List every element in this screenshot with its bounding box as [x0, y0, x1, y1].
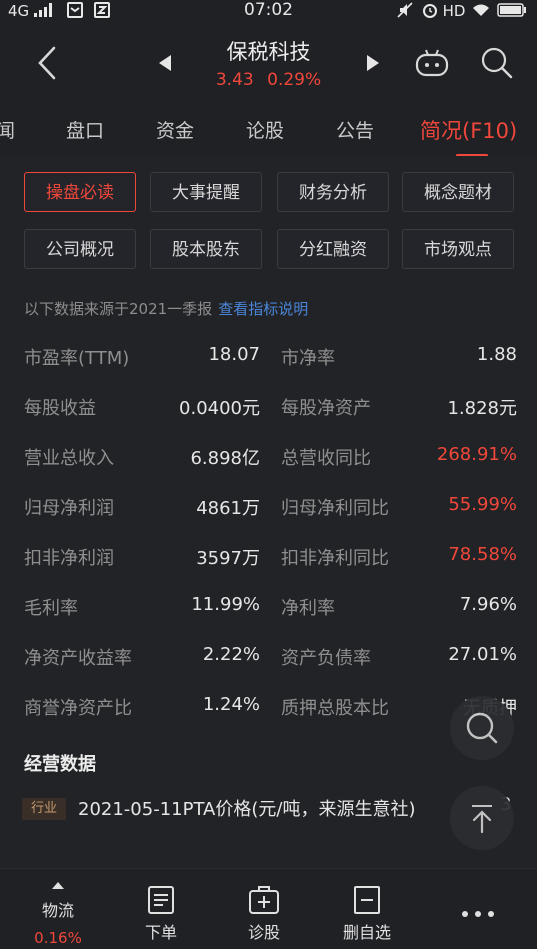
metric-label: 市盈率(TTM) — [24, 348, 130, 369]
tab-profile-f10[interactable]: 简况(F10) — [420, 115, 517, 145]
button-market-views[interactable]: 市场观点 — [402, 229, 514, 269]
wifi-icon — [473, 4, 490, 16]
button-concept-themes[interactable]: 概念题材 — [402, 172, 514, 212]
data-source-note: 以下数据来源于2021一季报 查看指标说明 — [24, 298, 308, 319]
more-icon — [462, 911, 494, 917]
order-form-icon — [148, 886, 174, 914]
stock-name: 保税科技 — [226, 40, 311, 64]
floating-search-button[interactable] — [450, 696, 514, 760]
mute-icon — [397, 2, 413, 18]
metric-value: 1.828元 — [447, 398, 517, 419]
button-company-overview[interactable]: 公司概况 — [24, 229, 136, 269]
metric-value: 4861万 — [196, 498, 260, 519]
metric-label: 每股收益 — [24, 398, 96, 419]
status-right: HD — [397, 2, 527, 20]
metric-value: 268.91% — [436, 444, 517, 465]
metric-label: 扣非净利同比 — [281, 548, 389, 569]
data-source-text: 以下数据来源于2021一季报 — [24, 300, 213, 318]
bottom-nav: 物流 0.16% 下单 诊股 删自选 — [0, 868, 537, 949]
nav-label: 诊股 — [247, 923, 280, 942]
search-icon — [466, 712, 498, 744]
button-event-reminders[interactable]: 大事提醒 — [150, 172, 262, 212]
metric-label: 归母净利润 — [24, 498, 114, 519]
tab-news[interactable]: 闻 — [0, 116, 15, 143]
button-trading-must-read[interactable]: 操盘必读 — [24, 172, 136, 212]
metric-value: 27.01% — [448, 644, 517, 665]
battery-icon — [497, 3, 526, 17]
indicator-explanation-link[interactable]: 查看指标说明 — [218, 300, 308, 318]
metric-label: 每股净资产 — [281, 398, 371, 419]
operations-item[interactable]: 2021-05-11PTA价格(元/吨，来源生意社) — [78, 794, 418, 825]
metric-value: 18.07 — [208, 344, 260, 365]
stock-header: 保税科技 3.43 0.29% — [0, 24, 537, 104]
metric-value: 55.99% — [448, 494, 517, 515]
operations-section-title: 经营数据 — [24, 754, 96, 775]
status-bar: 4G 07:02 HD — [0, 0, 537, 24]
nav-label: 物流 — [41, 901, 74, 920]
metric-value: 2.22% — [202, 644, 260, 665]
nav-label: 删自选 — [342, 923, 391, 942]
arrow-up-icon — [472, 805, 492, 834]
medical-kit-icon — [249, 886, 279, 914]
caret-up-icon — [52, 882, 64, 889]
robot-assistant-icon[interactable] — [414, 46, 450, 78]
metric-label: 扣非净利润 — [24, 548, 114, 569]
metric-label: 净利率 — [281, 598, 335, 619]
stock-price: 3.43 — [215, 70, 254, 90]
metric-value: 3597万 — [196, 548, 260, 569]
f10-content: 操盘必读 大事提醒 财务分析 概念题材 公司概况 股本股东 分红融资 市场观点 … — [0, 156, 537, 868]
metric-label: 资产负债率 — [281, 648, 371, 669]
metric-label: 营业总收入 — [24, 448, 114, 469]
tab-bar: 闻 盘口 资金 论股 公告 简况(F10) — [0, 104, 537, 157]
button-dividends-financing[interactable]: 分红融资 — [277, 229, 389, 269]
nav-change-pct: 0.16% — [34, 929, 82, 947]
metric-value: 6.898亿 — [190, 448, 260, 469]
metric-value: 78.58% — [448, 544, 517, 565]
metric-value: 7.96% — [459, 594, 517, 615]
metric-label: 总营收同比 — [281, 448, 371, 469]
metric-label: 净资产收益率 — [24, 648, 132, 669]
metric-value: 11.99% — [191, 594, 260, 615]
tab-order-book[interactable]: 盘口 — [66, 116, 104, 143]
metric-value: 1.24% — [202, 694, 260, 715]
metric-value: 1.88 — [476, 344, 517, 365]
metric-value: 0.0400元 — [179, 398, 260, 419]
stock-change-pct: 0.29% — [267, 70, 322, 90]
metric-label: 商誉净资产比 — [24, 698, 132, 719]
stock-quote: 3.43 0.29% — [0, 70, 537, 90]
search-icon[interactable] — [480, 46, 514, 80]
button-shareholders[interactable]: 股本股东 — [150, 229, 262, 269]
tab-discussion[interactable]: 论股 — [246, 116, 284, 143]
metric-label: 市净率 — [281, 348, 335, 369]
tab-funds[interactable]: 资金 — [156, 116, 194, 143]
metric-label: 质押总股本比 — [281, 698, 389, 719]
scroll-to-top-button[interactable] — [450, 786, 514, 850]
alarm-icon — [422, 4, 437, 18]
remove-watchlist-icon — [354, 886, 380, 914]
metric-label: 毛利率 — [24, 598, 78, 619]
metric-label: 归母净利同比 — [281, 498, 389, 519]
hd-label: HD — [442, 2, 466, 20]
button-financial-analysis[interactable]: 财务分析 — [277, 172, 389, 212]
tab-announcements[interactable]: 公告 — [336, 116, 374, 143]
nav-label: 下单 — [144, 923, 177, 942]
next-stock-icon[interactable] — [366, 54, 380, 72]
industry-tag: 行业 — [22, 798, 66, 820]
